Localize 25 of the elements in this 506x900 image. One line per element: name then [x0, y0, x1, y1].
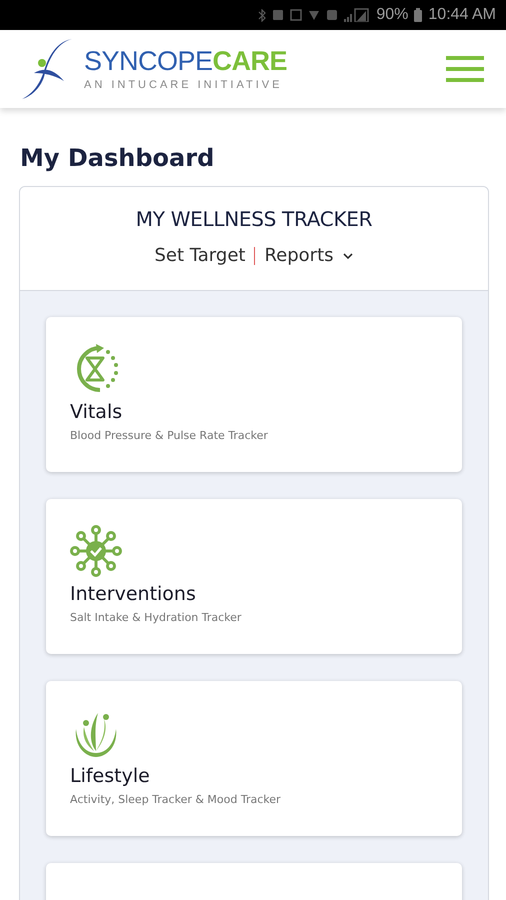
- card-subtitle: Blood Pressure & Pulse Rate Tracker: [70, 429, 269, 442]
- nav-link[interactable]: Set Target: [154, 245, 246, 266]
- card-subtitle: Salt Intake & Hydration Tracker: [70, 611, 242, 624]
- battery-icon: [414, 8, 422, 22]
- page-title: My Dashboard: [20, 144, 216, 172]
- card-subtitle: Activity, Sleep Tracker & Mood Tracker: [70, 793, 282, 806]
- tracker-card[interactable]: Interventions Salt Intake & Hydration Tracker: [46, 499, 462, 654]
- dropdown-link[interactable]: Reports: [264, 245, 354, 266]
- card-title: Vitals: [70, 401, 124, 423]
- panel-title: MY WELLNESS TRACKER: [136, 207, 372, 231]
- brand-wordmark: SYNCOPECARE: [84, 48, 288, 74]
- tracker-card[interactable]: Lifestyle Activity, Sleep Tracker & Mood Tracker: [46, 681, 462, 836]
- tracker-card[interactable]: Vitals Blood Pressure & Pulse Rate Tracker: [46, 317, 462, 472]
- separator: [254, 246, 256, 264]
- signal-icon: [344, 8, 370, 22]
- menu-icon: [446, 56, 484, 82]
- card-title: Lifestyle: [70, 765, 151, 787]
- caret-icon: [342, 252, 354, 260]
- clock: 10:44 AM: [428, 6, 496, 24]
- bluetooth-icon: [258, 8, 266, 22]
- menu-button[interactable]: [446, 56, 484, 82]
- battery-percentage: 90%: [376, 6, 408, 24]
- card-title: Interventions: [70, 583, 197, 605]
- network-check-icon: [70, 525, 122, 577]
- brand-tagline: AN INTUCARE INITIATIVE: [84, 78, 284, 90]
